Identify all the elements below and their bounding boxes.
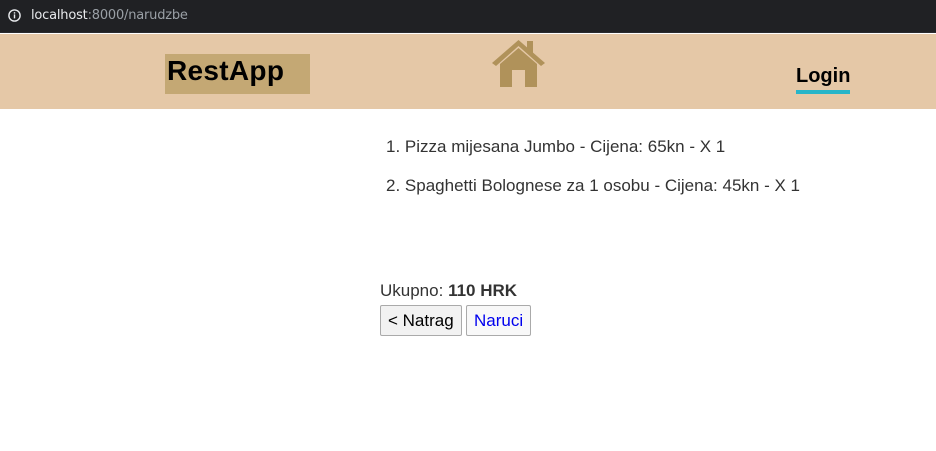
- item-quantity: X 1: [699, 137, 726, 156]
- order-total: Ukupno: 110 HRK: [380, 281, 517, 301]
- url-path: :8000/narudzbe: [87, 8, 188, 23]
- item-price: 65kn: [647, 137, 685, 156]
- url-field[interactable]: localhost:8000/narudzbe: [31, 8, 188, 23]
- item-name: Pizza mijesana Jumbo: [404, 137, 575, 156]
- login-link[interactable]: Login: [796, 65, 851, 94]
- item-price: 45kn: [722, 176, 760, 195]
- total-label: Ukupno:: [380, 281, 444, 300]
- item-number: 2.: [386, 176, 401, 195]
- item-quantity: X 1: [774, 176, 801, 195]
- item-price-label: Cijena:: [664, 176, 718, 195]
- app-header: RestApp Login: [0, 34, 936, 109]
- total-value: 110 HRK: [448, 281, 518, 300]
- brand-text: RestApp: [167, 55, 285, 86]
- order-button[interactable]: Naruci: [466, 305, 532, 336]
- brand-logo[interactable]: RestApp: [165, 54, 310, 94]
- order-item: 1. Pizza mijesana Jumbo - Cijena: 65kn -…: [386, 137, 726, 156]
- home-icon[interactable]: [490, 38, 547, 88]
- order-item-list: 1. Pizza mijesana Jumbo - Cijena: 65kn -…: [386, 137, 800, 215]
- url-host: localhost: [31, 8, 88, 23]
- back-button[interactable]: < Natrag: [380, 305, 462, 336]
- item-name: Spaghetti Bolognese za 1 osobu: [404, 176, 650, 195]
- order-item: 2. Spaghetti Bolognese za 1 osobu - Cije…: [386, 176, 801, 195]
- info-icon[interactable]: [8, 9, 21, 22]
- browser-address-bar: localhost:8000/narudzbe: [0, 0, 936, 33]
- item-number: 1.: [386, 137, 401, 156]
- item-price-label: Cijena:: [590, 137, 644, 156]
